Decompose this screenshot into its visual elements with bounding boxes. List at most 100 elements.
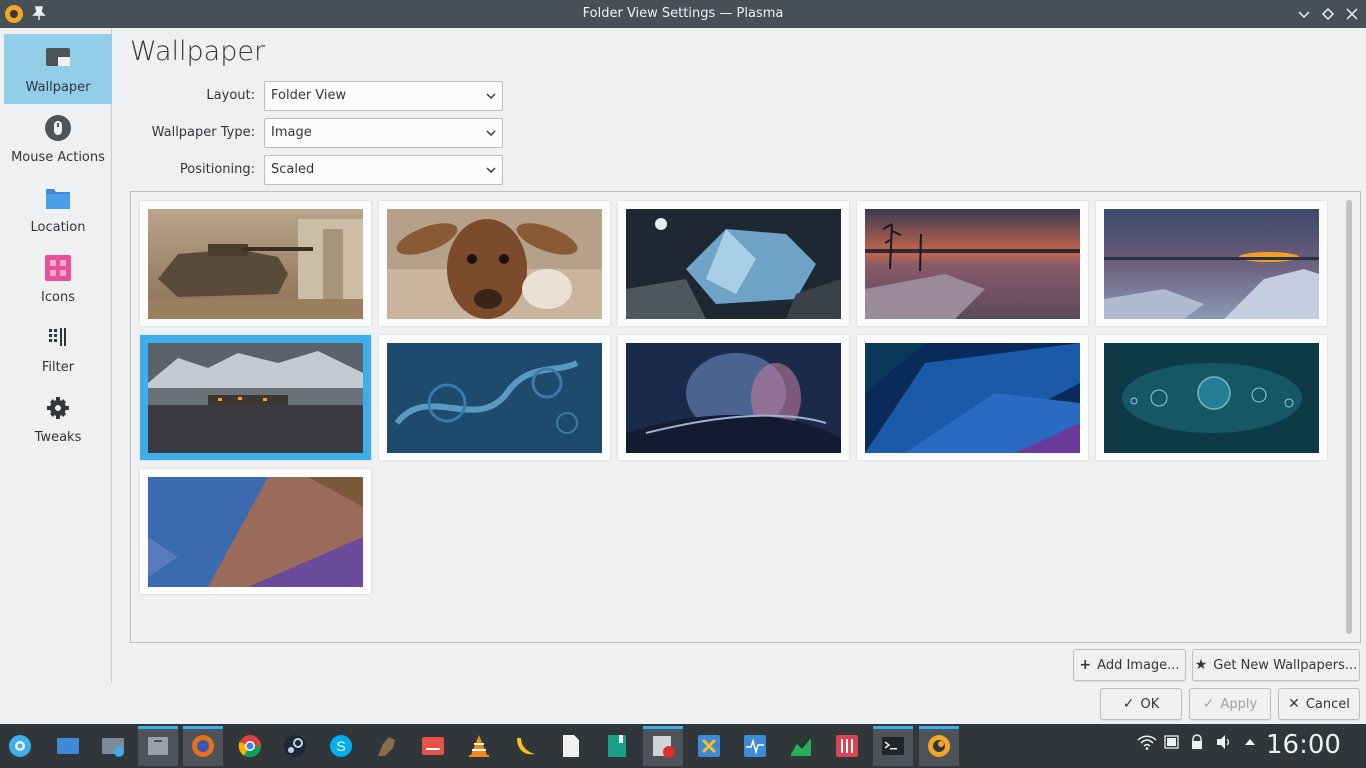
layout-combobox[interactable]: Folder View	[264, 81, 503, 111]
task-screenshot[interactable]	[93, 726, 133, 766]
clock[interactable]: 16:00	[1266, 730, 1341, 760]
wallpaper-thumbnail-fjord[interactable]	[140, 335, 371, 460]
chevron-down-icon	[486, 130, 496, 136]
wallpaper-thumbnail-geometry[interactable]	[140, 469, 371, 594]
ok-button[interactable]: ✓ OK	[1100, 688, 1182, 720]
wallpaper-tank	[148, 209, 363, 319]
wallpaper-thumbnail-sunset-tree[interactable]	[857, 201, 1088, 326]
task-cantor[interactable]	[689, 726, 729, 766]
maximize-icon[interactable]	[1318, 4, 1338, 24]
wallpaper-thumbnail-aurora[interactable]	[618, 335, 849, 460]
paint-icon	[653, 736, 675, 758]
layout-value: Folder View	[271, 88, 347, 103]
ok-label: OK	[1140, 696, 1160, 712]
add-image-label: Add Image...	[1097, 657, 1180, 673]
wallpaper-type-label: Wallpaper Type:	[151, 125, 255, 140]
document-icon	[563, 735, 579, 757]
x-icon: ✕	[1288, 696, 1300, 712]
wallpaper-thumbnail-goat[interactable]	[379, 201, 610, 326]
apply-button[interactable]: ✓ Apply	[1189, 688, 1271, 720]
cancel-button[interactable]: ✕ Cancel	[1278, 688, 1360, 720]
lock-icon[interactable]	[1190, 734, 1204, 750]
positioning-combobox[interactable]: Scaled	[264, 155, 503, 185]
steam-icon	[284, 735, 306, 757]
get-new-wallpapers-button[interactable]: ★ Get New Wallpapers...	[1192, 649, 1360, 681]
wallpaper-icon	[46, 48, 70, 66]
screenshot-icon	[102, 738, 124, 757]
vlc-icon	[469, 735, 489, 757]
task-show-desktop[interactable]	[48, 726, 88, 766]
wallpaper-thumbnail-swirls[interactable]	[379, 335, 610, 460]
task-banana[interactable]	[505, 726, 545, 766]
battery-icon[interactable]	[1164, 734, 1180, 750]
cantor-icon	[698, 735, 720, 757]
task-file-manager[interactable]	[138, 726, 178, 766]
cancel-label: Cancel	[1305, 696, 1350, 712]
task-firefox[interactable]	[183, 726, 223, 766]
wallpaper-thumbnail-winter-sunset[interactable]	[1096, 201, 1327, 326]
positioning-label: Positioning:	[179, 162, 255, 177]
close-icon[interactable]	[1342, 4, 1362, 24]
wallpaper-goat	[387, 209, 602, 319]
layout-label: Layout:	[206, 88, 255, 103]
task-plasma-menu[interactable]	[0, 726, 40, 766]
archive-icon	[148, 737, 168, 755]
task-terminal[interactable]	[873, 726, 913, 766]
task-gimp[interactable]	[367, 726, 407, 766]
firefox-icon	[192, 735, 214, 757]
check-icon: ✓	[1202, 696, 1215, 712]
star-icon: ★	[1194, 657, 1208, 673]
filter-icon	[49, 328, 66, 346]
sidebar-item-filter[interactable]: Filter	[4, 314, 112, 384]
task-mixer[interactable]	[827, 726, 867, 766]
wallpaper-thumbnail-blue-abstract[interactable]	[857, 335, 1088, 460]
plus-icon: +	[1079, 657, 1092, 673]
wallpaper-thumbnail-ice[interactable]	[618, 201, 849, 326]
wallpaper-bubbles	[1104, 343, 1319, 453]
check-icon: ✓	[1122, 696, 1135, 712]
sidebar-item-label: Filter	[41, 360, 75, 375]
task-system-monitor[interactable]	[735, 726, 775, 766]
wallpaper-winter-sunset	[1104, 209, 1319, 319]
wallpaper-sunset-tree	[865, 209, 1080, 319]
task-steam[interactable]	[275, 726, 315, 766]
wallpaper-type-value: Image	[271, 125, 312, 140]
task-document[interactable]	[551, 726, 591, 766]
tray-expand-icon[interactable]	[1243, 734, 1257, 750]
add-image-button[interactable]: + Add Image...	[1073, 649, 1186, 681]
positioning-value: Scaled	[271, 162, 315, 177]
chevron-down-icon	[486, 167, 496, 173]
gear-icon	[47, 397, 69, 419]
volume-icon[interactable]	[1216, 734, 1232, 750]
gallery-scrollbar[interactable]	[1346, 200, 1352, 634]
wallpaper-ice	[626, 209, 841, 319]
sidebar-item-tweaks[interactable]: Tweaks	[4, 384, 112, 454]
wallpaper-swirls	[387, 343, 602, 453]
task-chrome[interactable]	[230, 726, 270, 766]
task-skype[interactable]: S	[321, 726, 361, 766]
sidebar-item-icons[interactable]: Icons	[4, 244, 112, 314]
wallpaper-type-combobox[interactable]: Image	[264, 118, 503, 148]
task-book[interactable]	[597, 726, 637, 766]
window-titlebar: Folder View Settings — Plasma	[0, 0, 1366, 28]
wallpaper-thumbnail-bubbles[interactable]	[1096, 335, 1327, 460]
task-presentation[interactable]	[413, 726, 453, 766]
sidebar-item-label: Tweaks	[34, 430, 82, 445]
task-kolourpaint[interactable]	[643, 726, 683, 766]
task-vlc[interactable]	[459, 726, 499, 766]
minimize-icon[interactable]	[1294, 4, 1314, 24]
get-new-wallpapers-label: Get New Wallpapers...	[1213, 657, 1358, 673]
svg-text:S: S	[336, 738, 345, 754]
icons-grid-icon	[45, 255, 71, 281]
amarok-icon	[928, 735, 950, 757]
desktop-icon	[57, 738, 79, 754]
banana-icon	[517, 738, 535, 755]
task-chart-app[interactable]	[781, 726, 821, 766]
chrome-icon	[238, 735, 262, 758]
chart-icon	[790, 735, 812, 757]
task-amarok[interactable]	[919, 726, 959, 766]
wallpaper-thumbnail-tank[interactable]	[140, 201, 371, 326]
wifi-icon[interactable]	[1137, 734, 1157, 750]
skype-icon: S	[330, 735, 352, 757]
sidebar-item-location[interactable]: Location	[4, 174, 112, 244]
